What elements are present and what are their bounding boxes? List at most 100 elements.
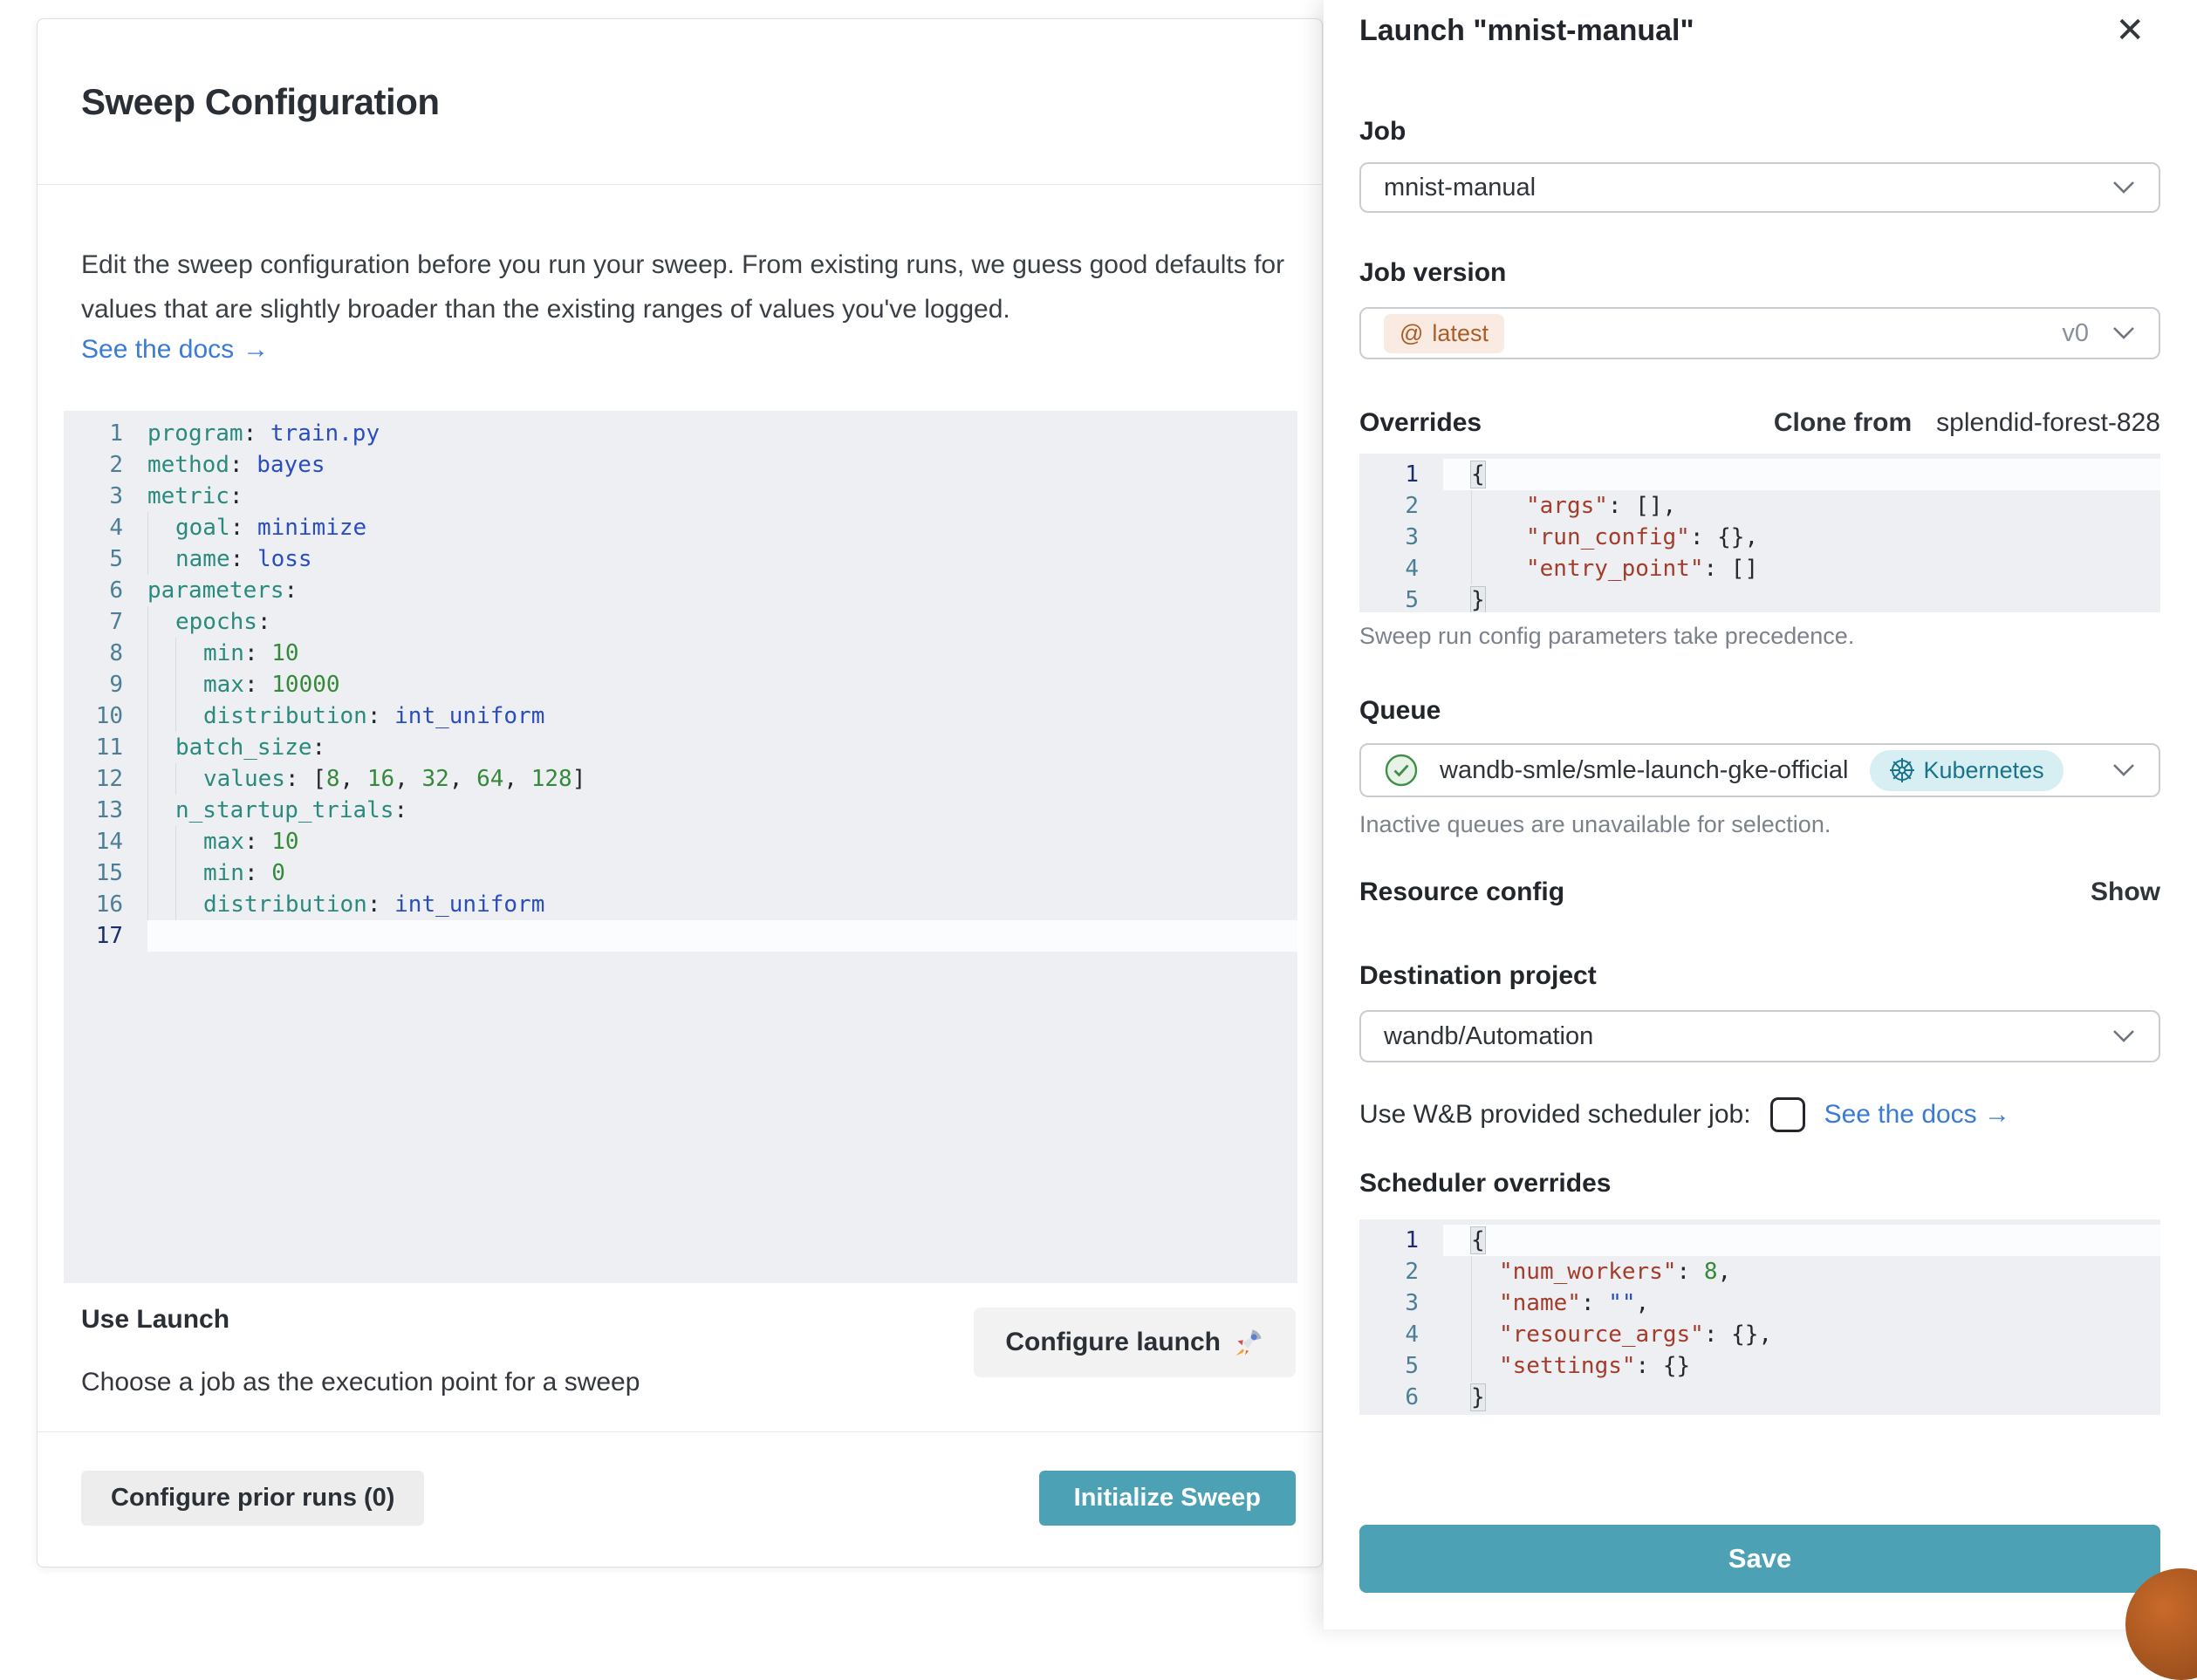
code-line[interactable]: 1{ xyxy=(1359,1225,2160,1256)
code-line[interactable]: 12values: [8, 16, 32, 64, 128] xyxy=(64,763,1297,795)
line-number: 15 xyxy=(64,857,147,889)
line-number: 11 xyxy=(64,732,147,763)
page: Sweep Configuration Edit the sweep confi… xyxy=(0,0,2197,1629)
arrow-right-icon: → xyxy=(243,335,269,364)
card-header: Sweep Configuration xyxy=(38,19,1322,185)
save-button[interactable]: Save xyxy=(1359,1525,2160,1593)
line-number: 2 xyxy=(1359,1256,1443,1287)
latest-version-badge: @latest xyxy=(1384,314,1504,353)
scheduler-overrides-label: Scheduler overrides xyxy=(1359,1169,1611,1199)
check-circle-icon xyxy=(1384,753,1419,788)
overrides-note: Sweep run config parameters take precede… xyxy=(1359,623,1854,650)
code-line[interactable]: 3"run_config": {}, xyxy=(1359,522,2160,553)
code-line[interactable]: 2"num_workers": 8, xyxy=(1359,1256,2160,1287)
arrow-right-icon: → xyxy=(1984,1100,2010,1129)
line-number: 13 xyxy=(64,795,147,826)
line-number: 12 xyxy=(64,763,147,795)
chevron-down-icon xyxy=(2111,180,2136,195)
at-icon: @ xyxy=(1400,320,1423,347)
code-line[interactable]: 6parameters: xyxy=(64,575,1297,606)
line-number: 1 xyxy=(1359,459,1443,490)
chevron-down-icon xyxy=(2111,1028,2136,1044)
code-line[interactable]: 5name: loss xyxy=(64,543,1297,575)
job-label: Job xyxy=(1359,117,1406,147)
code-line[interactable]: 3metric: xyxy=(64,481,1297,512)
line-number: 16 xyxy=(64,889,147,920)
queue-note: Inactive queues are unavailable for sele… xyxy=(1359,811,1831,838)
destination-project-select[interactable]: wandb/Automation xyxy=(1359,1010,2160,1062)
code-line[interactable]: 15min: 0 xyxy=(64,857,1297,889)
line-number: 8 xyxy=(64,638,147,669)
clone-from-row: Clone from splendid-forest-828 xyxy=(1774,408,2160,438)
line-number: 2 xyxy=(1359,490,1443,522)
line-number: 4 xyxy=(1359,1319,1443,1350)
scheduler-overrides-json-editor[interactable]: 1{2"num_workers": 8,3"name": "",4"resour… xyxy=(1359,1219,2160,1415)
line-number: 17 xyxy=(64,920,147,952)
scheduler-docs-label: See the docs xyxy=(1824,1100,1977,1129)
line-number: 1 xyxy=(64,418,147,449)
line-number: 3 xyxy=(1359,522,1443,553)
line-number: 1 xyxy=(1359,1225,1443,1256)
page-title: Sweep Configuration xyxy=(81,81,440,123)
code-line[interactable]: 5"settings": {} xyxy=(1359,1350,2160,1382)
kubernetes-badge-label: Kubernetes xyxy=(1924,757,2044,784)
job-version-select[interactable]: @latest v0 xyxy=(1359,307,2160,359)
use-launch-subtitle: Choose a job as the execution point for … xyxy=(81,1368,640,1397)
code-line[interactable]: 5} xyxy=(1359,584,2160,612)
line-number: 4 xyxy=(64,512,147,543)
kubernetes-wheel-icon xyxy=(1889,757,1915,783)
kubernetes-badge: Kubernetes xyxy=(1870,750,2064,791)
chevron-down-icon xyxy=(2111,325,2136,341)
code-line[interactable]: 14max: 10 xyxy=(64,826,1297,857)
queue-select[interactable]: wandb-smle/smle-launch-gke-official xyxy=(1359,743,2160,797)
job-select[interactable]: mnist-manual xyxy=(1359,162,2160,213)
line-number: 10 xyxy=(64,700,147,732)
code-line[interactable]: 6} xyxy=(1359,1382,2160,1413)
code-line[interactable]: 1{ xyxy=(1359,459,2160,490)
drawer-title: Launch "mnist-manual" xyxy=(1359,14,1694,48)
code-line[interactable]: 9max: 10000 xyxy=(64,669,1297,700)
line-number: 5 xyxy=(64,543,147,575)
code-line[interactable]: 10distribution: int_uniform xyxy=(64,700,1297,732)
code-line[interactable]: 2"args": [], xyxy=(1359,490,2160,522)
sweep-yaml-editor[interactable]: 1program: train.py2method: bayes3metric:… xyxy=(64,411,1297,1283)
line-number: 3 xyxy=(64,481,147,512)
code-line[interactable]: 4"resource_args": {}, xyxy=(1359,1319,2160,1350)
code-line[interactable]: 17 xyxy=(64,920,1297,952)
scheduler-job-checkbox[interactable] xyxy=(1770,1097,1805,1132)
code-line[interactable]: 11batch_size: xyxy=(64,732,1297,763)
version-value: v0 xyxy=(2062,319,2089,348)
code-line[interactable]: 1program: train.py xyxy=(64,418,1297,449)
queue-label: Queue xyxy=(1359,696,1441,726)
line-number: 3 xyxy=(1359,1287,1443,1319)
scheduler-docs-link[interactable]: See the docs → xyxy=(1824,1100,2010,1130)
clone-from-run-select[interactable]: splendid-forest-828 xyxy=(1936,408,2160,438)
close-icon[interactable]: ✕ xyxy=(2110,12,2150,49)
code-line[interactable]: 7epochs: xyxy=(64,606,1297,638)
destination-project-label: Destination project xyxy=(1359,961,1597,991)
resource-config-show-button[interactable]: Show xyxy=(2091,878,2160,907)
code-line[interactable]: 3"name": "", xyxy=(1359,1287,2160,1319)
see-the-docs-link[interactable]: See the docs→ xyxy=(81,335,269,365)
line-number: 9 xyxy=(64,669,147,700)
line-number: 2 xyxy=(64,449,147,481)
overrides-json-editor[interactable]: 1{2"args": [],3"run_config": {},4"entry_… xyxy=(1359,454,2160,612)
footer-divider xyxy=(38,1431,1322,1432)
chevron-down-icon xyxy=(2111,762,2136,778)
code-line[interactable]: 13n_startup_trials: xyxy=(64,795,1297,826)
line-number: 5 xyxy=(1359,1350,1443,1382)
line-number: 6 xyxy=(1359,1382,1443,1413)
initialize-sweep-button[interactable]: Initialize Sweep xyxy=(1039,1471,1296,1526)
code-line[interactable]: 2method: bayes xyxy=(64,449,1297,481)
code-line[interactable]: 4"entry_point": [] xyxy=(1359,553,2160,584)
use-launch-title: Use Launch xyxy=(81,1305,229,1335)
sweep-configuration-card: Sweep Configuration Edit the sweep confi… xyxy=(37,18,1323,1567)
launch-drawer: Launch "mnist-manual" ✕ Job mnist-manual… xyxy=(1324,0,2197,1629)
line-number: 14 xyxy=(64,826,147,857)
line-number: 5 xyxy=(1359,584,1443,612)
configure-launch-button[interactable]: Configure launch xyxy=(974,1308,1296,1377)
code-line[interactable]: 8min: 10 xyxy=(64,638,1297,669)
configure-prior-runs-button[interactable]: Configure prior runs (0) xyxy=(81,1471,424,1526)
code-line[interactable]: 4goal: minimize xyxy=(64,512,1297,543)
code-line[interactable]: 16distribution: int_uniform xyxy=(64,889,1297,920)
